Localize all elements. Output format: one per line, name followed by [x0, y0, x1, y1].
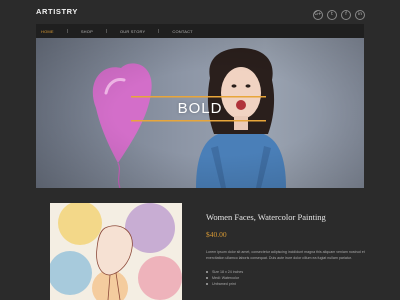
hero-title: BOLD: [177, 100, 223, 117]
google-plus-icon[interactable]: G+: [313, 10, 323, 20]
bullet-icon: [206, 271, 208, 273]
product-price: $40.00: [206, 230, 227, 239]
site-logo[interactable]: ARTISTRY: [36, 7, 78, 16]
product-title[interactable]: Women Faces, Watercolor Painting: [206, 212, 366, 222]
bullet-icon: [206, 283, 208, 285]
nav-item-contact[interactable]: CONTACT: [167, 29, 197, 34]
twitter-icon[interactable]: t: [327, 10, 337, 20]
linkedin-icon[interactable]: in: [355, 10, 365, 20]
product-description: Lorem ipsum dolor sit amet, consectetur …: [206, 250, 365, 260]
social-links: G+ t f in: [313, 10, 365, 20]
bullet-icon: [206, 277, 208, 279]
top-bar: ARTISTRY G+ t f in: [0, 0, 400, 22]
nav-separator: [158, 29, 160, 33]
main-nav: HOME SHOP OUR STORY CONTACT: [36, 24, 364, 38]
feature-text: Unframed print: [212, 282, 236, 286]
product-features: Size 18 x 24 inches Medi: Watercolor Unf…: [206, 269, 366, 287]
nav-item-home[interactable]: HOME: [36, 29, 59, 34]
nav-item-our-story[interactable]: OUR STORY: [115, 29, 150, 34]
nav-item-shop[interactable]: SHOP: [76, 29, 98, 34]
nav-separator: [105, 29, 107, 33]
hero-banner: BOLD: [36, 38, 364, 188]
nav-separator: [66, 29, 68, 33]
product-image[interactable]: [50, 203, 182, 300]
watercolor-painting: [50, 203, 182, 300]
list-item: Unframed print: [206, 281, 366, 287]
facebook-icon[interactable]: f: [341, 10, 351, 20]
product-details: Women Faces, Watercolor Painting $40.00 …: [206, 212, 366, 287]
